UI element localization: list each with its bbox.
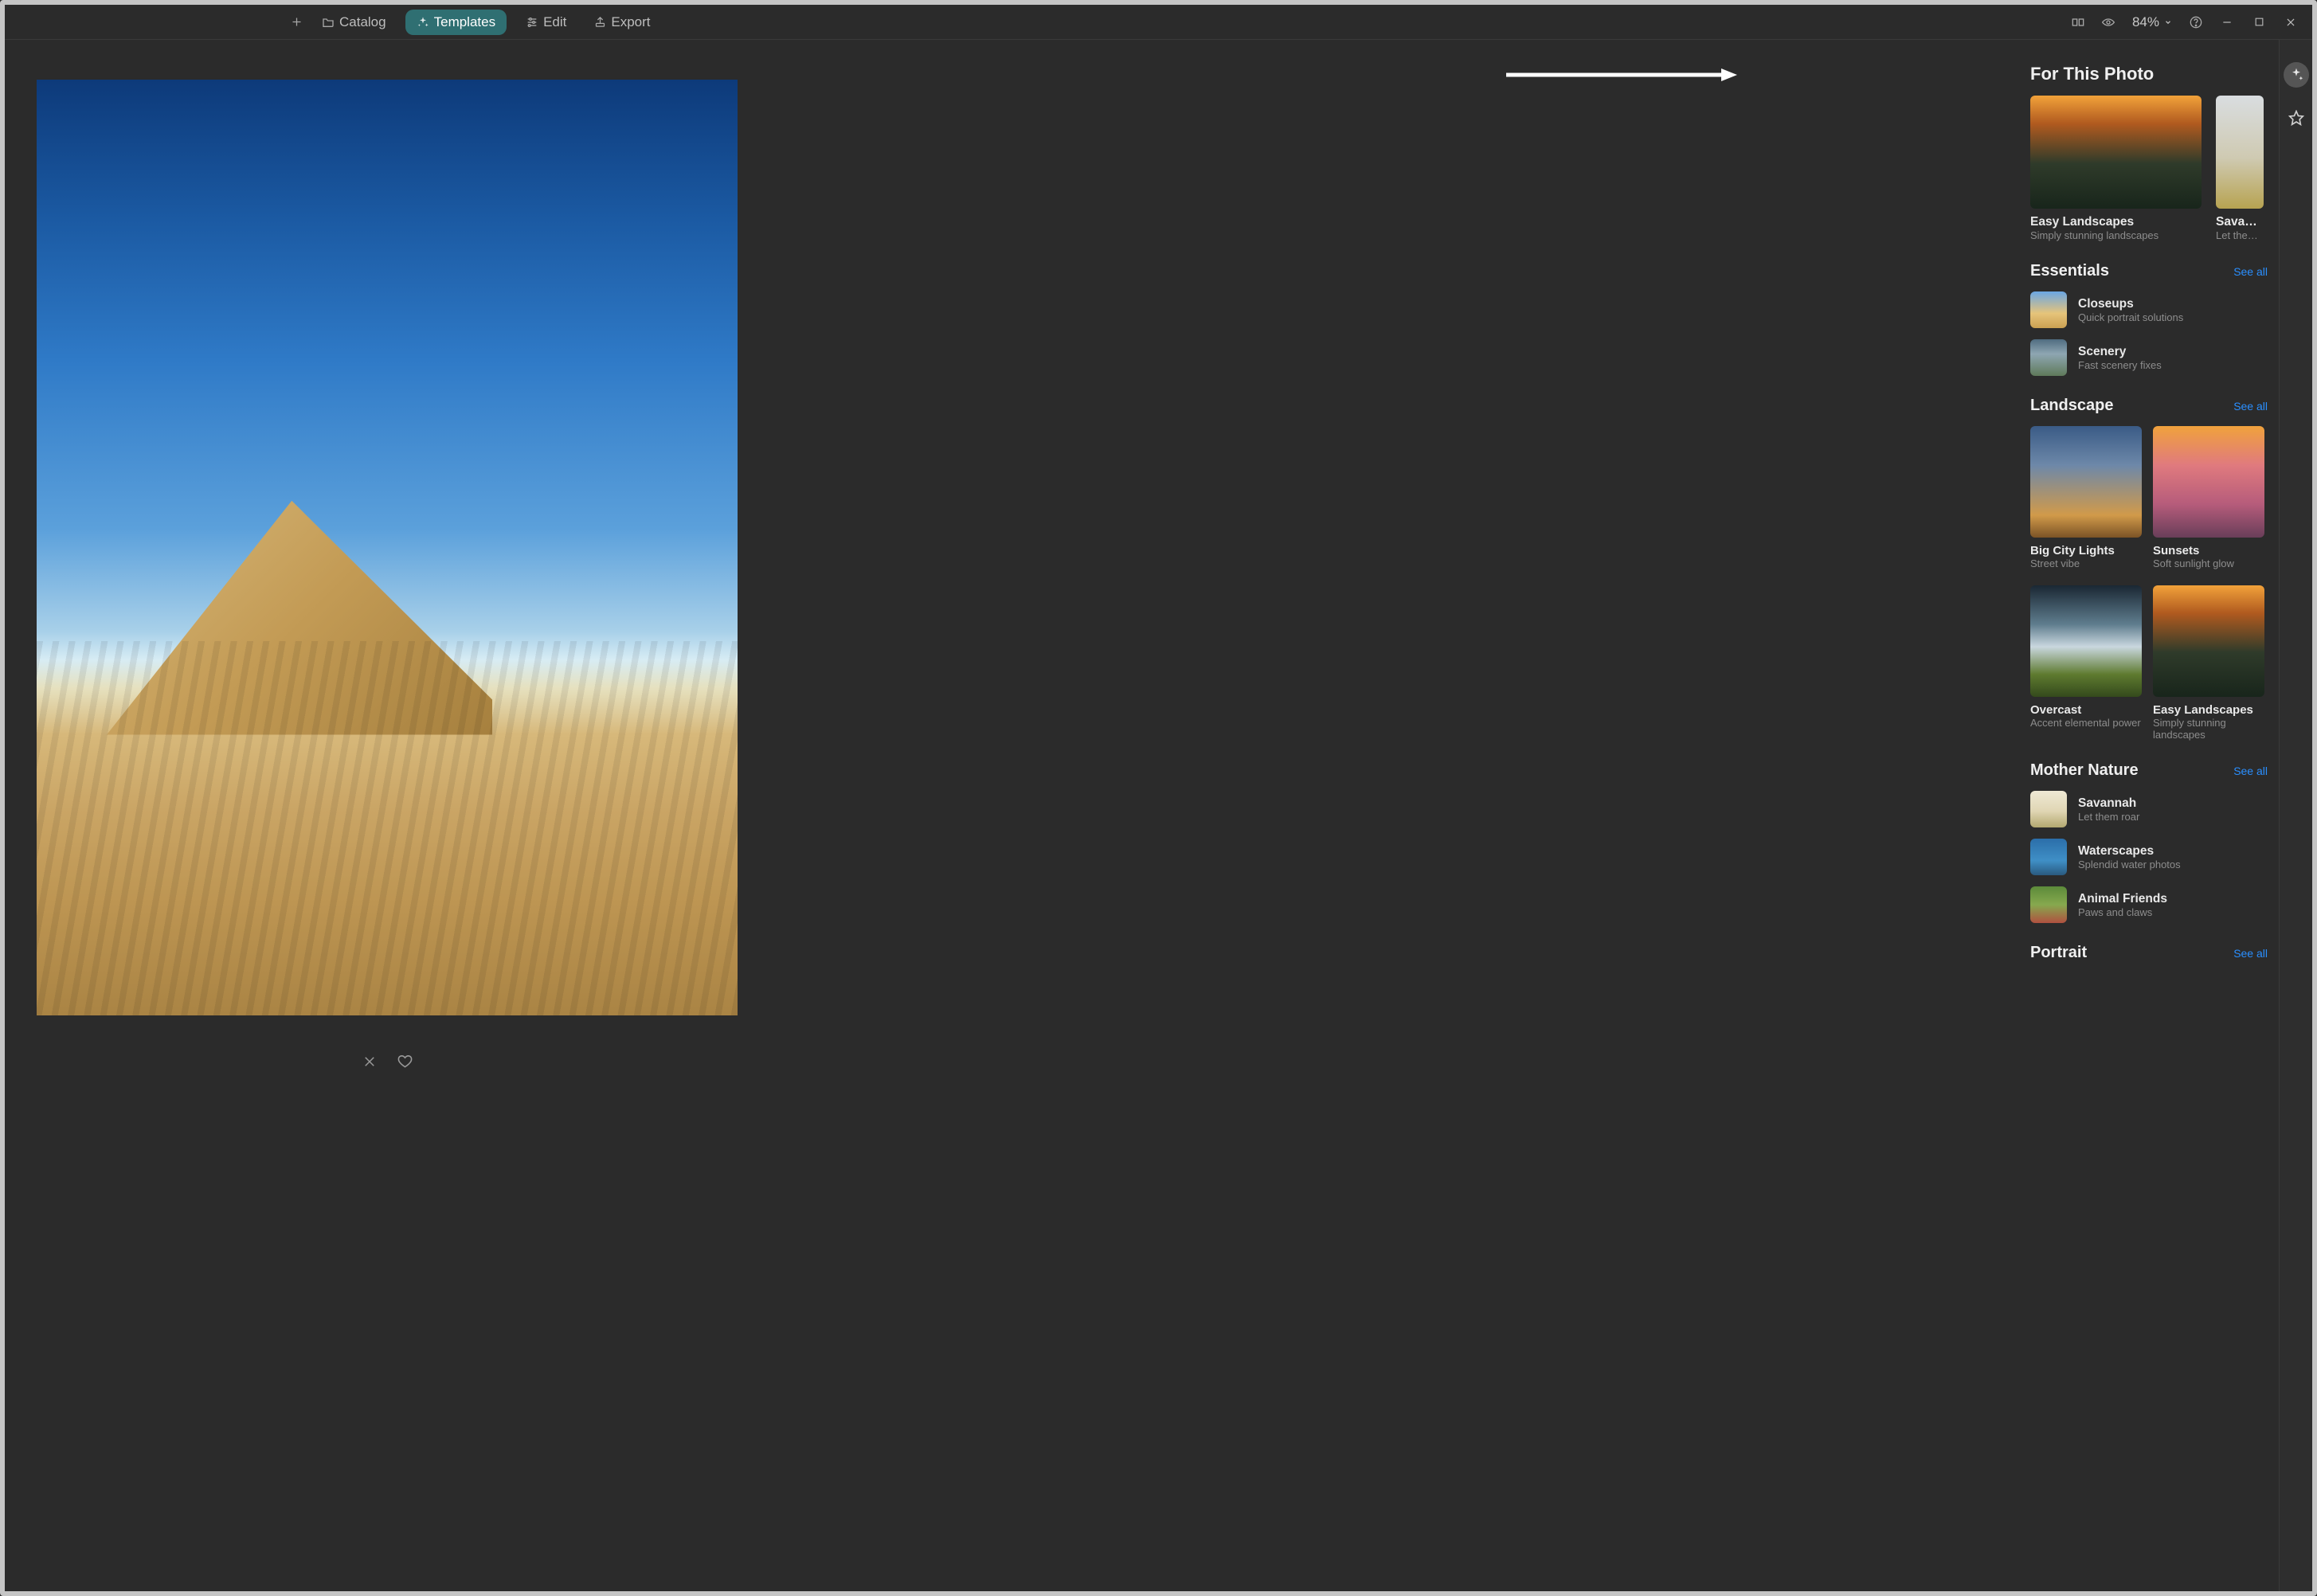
topbar: Catalog Templates Edit Export [5,5,2312,40]
templates-tab[interactable]: Templates [405,10,507,35]
template-title: Sunsets [2153,544,2264,557]
app-window: Catalog Templates Edit Export [0,0,2317,1596]
template-title: Closeups [2078,297,2183,311]
for-this-photo-title: For This Photo [2030,64,2279,84]
template-title: Waterscapes [2078,844,2181,859]
template-title: Savannah [2216,215,2264,229]
template-thumb [2030,426,2142,538]
preview-icon[interactable] [2102,16,2115,29]
template-title: Savannah [2078,796,2139,811]
help-icon[interactable] [2190,16,2202,29]
essentials-see-all[interactable]: See all [2233,265,2268,278]
template-subtitle: Splendid water photos [2078,859,2181,870]
for-this-photo-row: Easy Landscapes Simply stunning landscap… [2030,96,2279,241]
minimize-button[interactable] [2220,15,2234,29]
template-subtitle: Paws and claws [2078,906,2167,918]
template-thumb [2030,585,2142,697]
template-thumb [2030,791,2067,827]
template-card-overcast[interactable]: Overcast Accent elemental power [2030,585,2142,741]
template-card-savannah-peek[interactable]: Savannah Let them roar [2216,96,2264,241]
template-thumb [2153,585,2264,697]
landscape-title: Landscape [2030,397,2113,415]
landscape-header: Landscape See all [2030,397,2279,415]
template-thumb [2030,96,2202,209]
template-subtitle: Let them roar [2216,229,2264,241]
essentials-title: Essentials [2030,262,2109,280]
edit-label: Edit [543,14,566,30]
landscape-grid: Big City Lights Street vibe Sunsets Soft… [2030,426,2279,741]
template-title: Animal Friends [2078,892,2167,906]
mother-nature-see-all[interactable]: See all [2233,765,2268,777]
template-title: Big City Lights [2030,544,2142,557]
template-title: Overcast [2030,703,2142,717]
template-subtitle: Street vibe [2030,557,2142,569]
export-label: Export [611,14,650,30]
canvas-footer-controls [37,1043,738,1083]
export-tab[interactable]: Export [585,10,658,34]
maximize-button[interactable] [2252,15,2266,29]
edge-templates-button[interactable] [2284,62,2309,88]
edge-toolstrip [2279,40,2312,1591]
template-thumb [2030,291,2067,328]
template-item-closeups[interactable]: Closeups Quick portrait solutions [2030,291,2279,328]
chevron-down-icon [2164,18,2172,26]
sliders-icon [526,16,538,29]
photo-image [37,80,738,1015]
mother-nature-title: Mother Nature [2030,761,2139,780]
catalog-label: Catalog [339,14,386,30]
template-card-easy-landscapes[interactable]: Easy Landscapes Simply stunning landscap… [2030,96,2202,241]
reject-button[interactable] [362,1054,377,1073]
template-thumb [2030,886,2067,923]
landscape-see-all[interactable]: See all [2233,400,2268,413]
template-card-sunsets[interactable]: Sunsets Soft sunlight glow [2153,426,2264,569]
template-item-waterscapes[interactable]: Waterscapes Splendid water photos [2030,839,2279,875]
zoom-value: 84% [2132,14,2159,30]
template-subtitle: Quick portrait solutions [2078,311,2183,323]
folder-icon [322,16,335,29]
template-thumb [2030,339,2067,376]
template-title: Easy Landscapes [2153,703,2264,717]
template-subtitle: Let them roar [2078,811,2139,823]
export-icon [593,16,606,29]
photo-canvas[interactable] [37,80,738,1015]
template-subtitle: Simply stunning landscapes [2030,229,2202,241]
favorite-button[interactable] [397,1054,413,1073]
topbar-right-group: 84% [2072,14,2298,30]
portrait-see-all[interactable]: See all [2233,947,2268,960]
template-title: Easy Landscapes [2030,215,2202,229]
portrait-title: Portrait [2030,944,2087,962]
template-item-scenery[interactable]: Scenery Fast scenery fixes [2030,339,2279,376]
add-icon[interactable] [290,16,303,29]
close-button[interactable] [2284,15,2298,29]
template-subtitle: Accent elemental power [2030,717,2142,729]
templates-label: Templates [434,14,495,30]
templates-sidebar[interactable]: For This Photo Easy Landscapes Simply st… [2016,40,2279,1591]
canvas-pane [5,40,2016,1591]
topbar-left-group: Catalog Templates Edit Export [19,10,659,35]
template-subtitle: Soft sunlight glow [2153,557,2264,569]
essentials-header: Essentials See all [2030,262,2279,280]
template-title: Scenery [2078,345,2162,359]
portrait-header: Portrait See all [2030,944,2279,962]
catalog-tab[interactable]: Catalog [314,10,394,34]
sparkle-icon [417,16,429,29]
template-item-savannah[interactable]: Savannah Let them roar [2030,791,2279,827]
edit-tab[interactable]: Edit [518,10,574,34]
edge-favorites-button[interactable] [2284,105,2309,131]
template-item-animal-friends[interactable]: Animal Friends Paws and claws [2030,886,2279,923]
template-thumb [2153,426,2264,538]
template-subtitle: Fast scenery fixes [2078,359,2162,371]
template-subtitle: Simply stunning landscapes [2153,717,2264,741]
template-card-easy-landscapes-2[interactable]: Easy Landscapes Simply stunning landscap… [2153,585,2264,741]
main-area: For This Photo Easy Landscapes Simply st… [5,40,2312,1591]
compare-icon[interactable] [2072,16,2084,29]
template-card-big-city-lights[interactable]: Big City Lights Street vibe [2030,426,2142,569]
template-thumb [2216,96,2264,209]
zoom-control[interactable]: 84% [2132,14,2172,30]
template-thumb [2030,839,2067,875]
mother-nature-header: Mother Nature See all [2030,761,2279,780]
annotation-arrow [1506,67,1737,83]
